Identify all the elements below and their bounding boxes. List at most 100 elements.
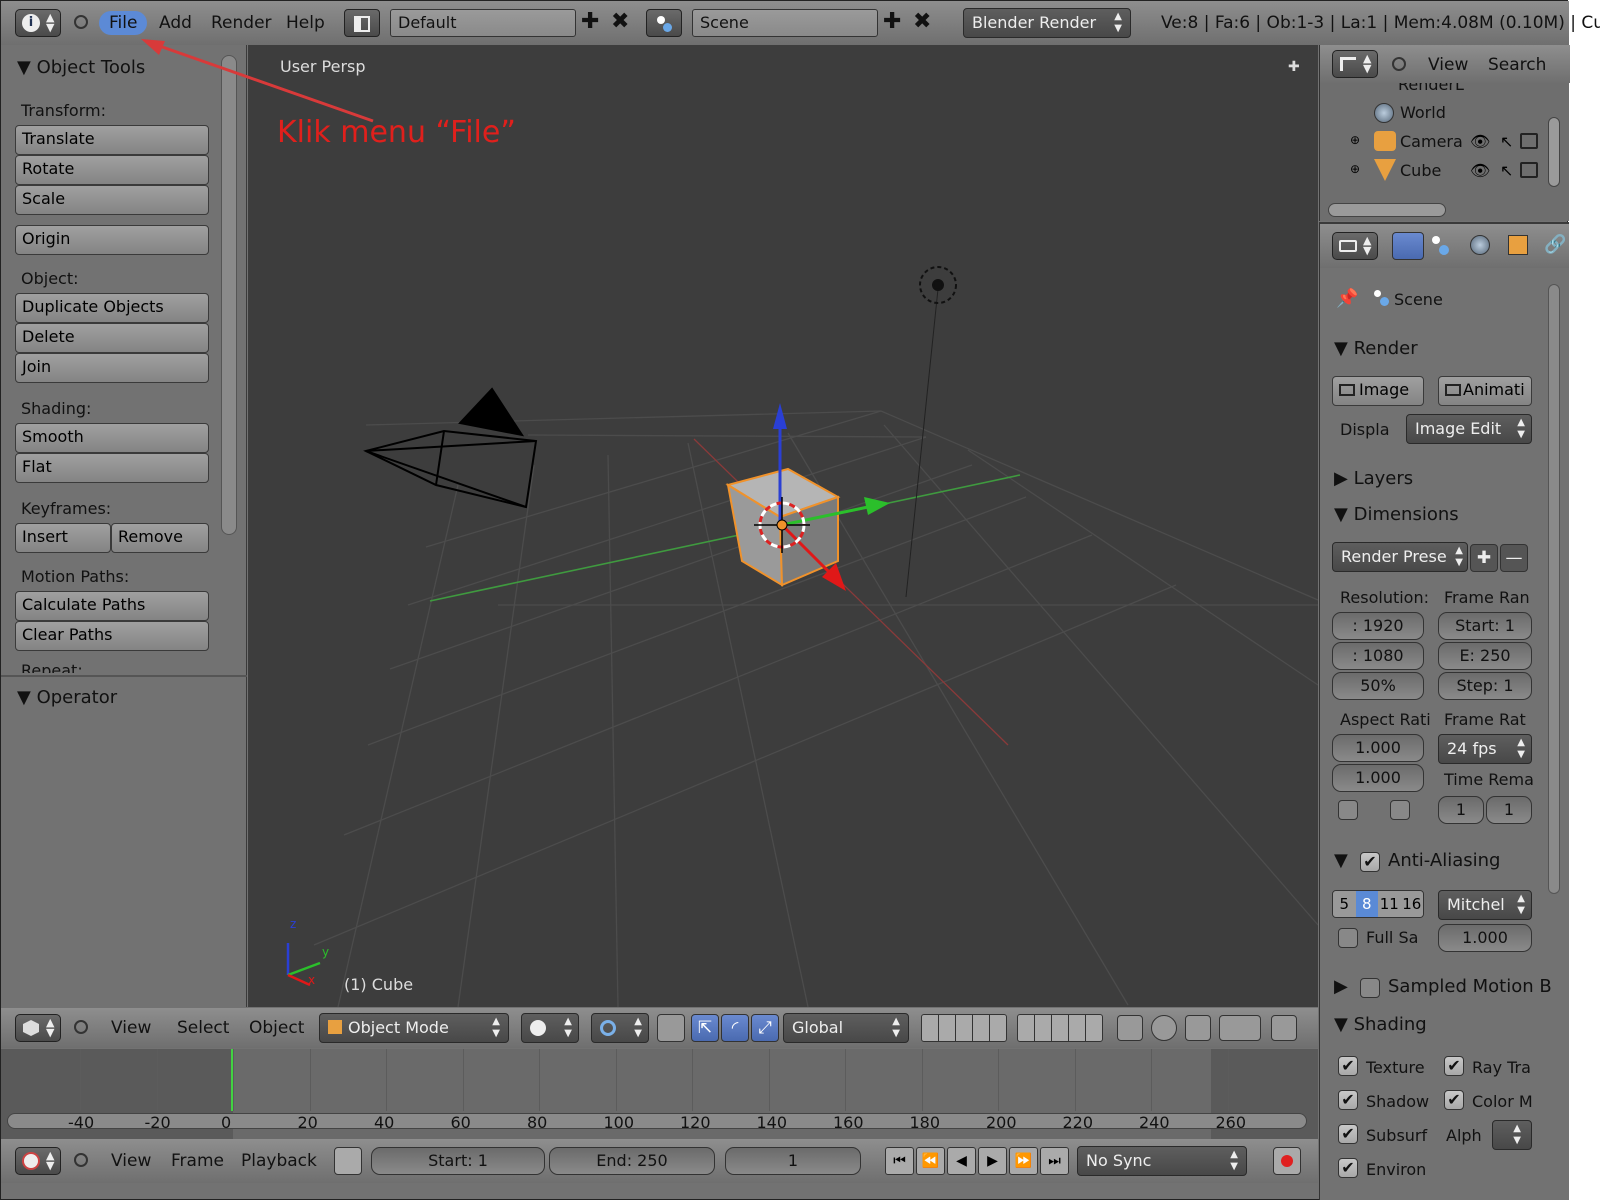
render-image-button[interactable]: Image [1332,376,1424,406]
full-sample-checkbox[interactable] [1338,928,1358,948]
aa-samples-11[interactable]: 11 [1378,891,1401,917]
expand-icon[interactable]: ⊕ [1350,133,1360,147]
play-icon[interactable]: ▶ [978,1147,1007,1175]
frame-end-field[interactable]: E: 250 [1438,642,1532,670]
playback-controls[interactable]: ⏮ ⏪ ◀ ▶ ⏩ ⏭ [885,1147,1069,1175]
prev-keyframe-icon[interactable]: ⏪ [916,1147,945,1175]
remove-keyframe-button[interactable]: Remove [111,523,209,553]
render-engine-select[interactable]: Blender Render ▲ ▼ [963,8,1131,38]
outliner-item-world[interactable]: World [1400,103,1446,122]
add-scene-icon[interactable]: ✚ [883,11,901,33]
manipulator-toggle-icon[interactable] [657,1014,685,1042]
properties-editor-type-icon[interactable]: ▲ ▼ [1332,232,1378,260]
layer-buttons-group-1[interactable] [921,1014,1007,1042]
menu-view[interactable]: View [111,1018,151,1038]
menu-file[interactable]: File [99,11,148,35]
subsurface-checkbox[interactable]: ✔ [1338,1124,1358,1144]
properties-scrollbar[interactable] [1548,284,1560,894]
sampled-motion-blur-header[interactable]: ▶ [1334,976,1348,997]
scale-manipulator-icon[interactable]: ⤢ [751,1014,779,1042]
snap-toggle-icon[interactable] [1185,1015,1211,1041]
eye-icon[interactable]: 👁 [1470,161,1490,180]
aa-filter-select[interactable]: Mitchel ▲ ▼ [1438,890,1532,920]
add-screen-icon[interactable]: ✚ [581,11,599,33]
outliner-editor-type-icon[interactable]: ▲ ▼ [1332,50,1378,78]
3d-view-editor-type-icon[interactable]: ▲ ▼ [15,1014,61,1042]
lock-layers-icon[interactable] [1117,1015,1143,1041]
object-tools-header[interactable]: ▼ Object Tools [17,57,145,78]
sampled-motion-blur-checkbox[interactable] [1360,978,1380,998]
shading-panel-header[interactable]: ▼ Shading [1334,1014,1427,1035]
outliner-hscrollbar[interactable] [1328,203,1446,217]
render-animation-button[interactable]: Animati [1438,376,1532,406]
translate-manipulator-icon[interactable]: ⇱ [691,1014,719,1042]
layer-buttons-group-2[interactable] [1017,1014,1103,1042]
time-remap-old-field[interactable]: 1 [1438,796,1484,824]
info-editor-type-icon[interactable]: i ▲ ▼ [15,9,61,37]
collapse-icon[interactable] [74,1153,88,1167]
outliner-view-menu[interactable]: View [1428,55,1468,75]
cursor-icon[interactable]: ↖ [1500,161,1513,180]
calculate-paths-button[interactable]: Calculate Paths [15,591,209,621]
aspect-y-field[interactable]: 1.000 [1332,764,1424,792]
timeline-scrollbar[interactable] [7,1113,1307,1129]
pivot-point-select[interactable]: ▲ ▼ [591,1013,649,1043]
proportional-edit-icon[interactable] [1151,1015,1177,1041]
resolution-y-field[interactable]: : 1080 [1332,642,1424,670]
delete-button[interactable]: Delete [15,323,209,353]
screen-layout-field[interactable]: Default [390,9,576,37]
texture-checkbox[interactable]: ✔ [1338,1056,1358,1076]
timeline-area[interactable]: -40 -20 0 20 40 60 80 100 120 140 160 180 200 220 240 2… [1,1049,1318,1139]
3d-viewport[interactable]: User Persp ✚ (1) Cube z y x [248,45,1318,1007]
outliner-vscrollbar[interactable] [1548,117,1560,187]
aa-samples-5[interactable]: 5 [1333,891,1356,917]
menu-frame[interactable]: Frame [171,1151,224,1171]
layers-panel-header[interactable]: ▶ Layers [1334,468,1413,489]
operator-header[interactable]: ▼ Operator [17,687,117,708]
outliner-item-camera[interactable]: Camera [1400,132,1463,151]
timeline-editor-type-icon[interactable]: ▲ ▼ [15,1147,61,1175]
alpha-mode-select[interactable]: ▲ ▼ [1492,1120,1532,1150]
object-tab-icon[interactable] [1508,235,1528,255]
aa-samples-16[interactable]: 16 [1400,891,1423,917]
flat-button[interactable]: Flat [15,453,209,483]
world-tab-icon[interactable] [1470,235,1490,255]
constraints-tab-icon[interactable]: 🔗 [1544,234,1566,255]
collapse-icon[interactable] [74,15,88,29]
expand-icon[interactable]: ⊕ [1350,162,1360,176]
insert-keyframe-button[interactable]: Insert [15,523,111,553]
duplicate-objects-button[interactable]: Duplicate Objects [15,293,209,323]
dimensions-panel-header[interactable]: ▼ Dimensions [1334,504,1459,525]
transform-orientation-select[interactable]: Global ▲ ▼ [783,1013,909,1043]
border-checkbox[interactable] [1338,800,1358,820]
scene-tab-icon[interactable] [1428,234,1454,260]
outliner-item-renderlayers[interactable]: RenderL [1398,83,1464,94]
anti-aliasing-checkbox[interactable]: ✔ [1360,852,1380,872]
outliner-item-cube[interactable]: Cube [1400,161,1441,180]
render-tab-icon[interactable] [1392,232,1424,260]
menu-add[interactable]: Add [159,13,192,33]
join-button[interactable]: Join [15,353,209,383]
color-management-checkbox[interactable]: ✔ [1444,1090,1464,1110]
aspect-x-field[interactable]: 1.000 [1332,734,1424,762]
add-preset-icon[interactable]: ✚ [1470,544,1498,572]
display-select[interactable]: Image Edit ▲ ▼ [1406,414,1532,444]
frame-step-field[interactable]: Step: 1 [1438,672,1532,700]
environment-map-checkbox[interactable]: ✔ [1338,1158,1358,1178]
menu-timeline-view[interactable]: View [111,1151,151,1171]
cursor-icon[interactable]: ↖ [1500,132,1513,151]
resolution-x-field[interactable]: : 1920 [1332,612,1424,640]
shadow-checkbox[interactable]: ✔ [1338,1090,1358,1110]
scale-button[interactable]: Scale [15,185,209,215]
scene-icon[interactable] [646,9,682,37]
viewport-corner-plus-icon[interactable]: ✚ [1288,59,1300,75]
frame-start-field[interactable]: Start: 1 [1438,612,1532,640]
scene-field[interactable]: Scene [692,9,878,37]
aa-samples-group[interactable]: 5 8 11 16 [1332,890,1424,918]
ray-trace-checkbox[interactable]: ✔ [1444,1056,1464,1076]
screen-layout-icon[interactable] [344,9,380,37]
aa-samples-8[interactable]: 8 [1355,891,1378,917]
collapse-icon[interactable] [1392,57,1406,71]
end-frame-field[interactable]: End: 250 [549,1147,715,1175]
smooth-button[interactable]: Smooth [15,423,209,453]
